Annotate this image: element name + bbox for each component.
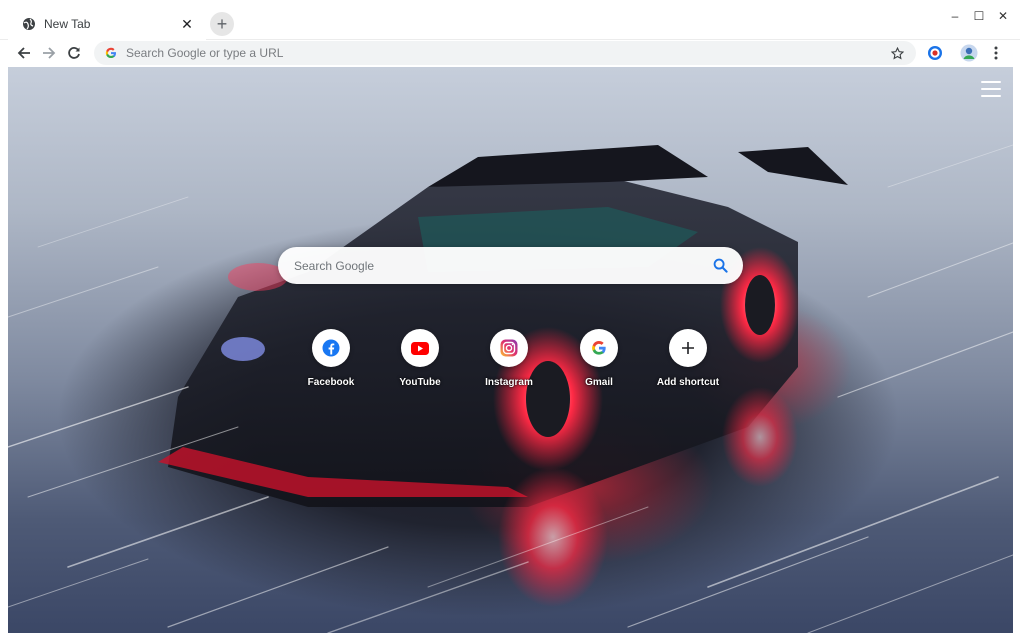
shortcut-facebook-tile (312, 329, 350, 367)
arrow-left-icon (17, 47, 30, 59)
tab-strip: New Tab ✕ + – ☐ ✕ (0, 0, 1020, 40)
maximize-button[interactable]: ☐ (968, 8, 990, 24)
tab-close-icon[interactable]: ✕ (178, 15, 196, 33)
new-tab-page: Facebook YouTube Instagram Gmail Add sho (8, 67, 1013, 633)
extension-target-icon[interactable] (924, 42, 946, 64)
youtube-icon (411, 341, 429, 355)
shortcut-instagram[interactable]: Instagram (469, 329, 549, 388)
profile-avatar-icon[interactable] (958, 42, 980, 64)
shortcut-instagram-tile (490, 329, 528, 367)
shortcut-label: Gmail (585, 377, 613, 388)
facebook-icon (322, 339, 340, 357)
minimize-button[interactable]: – (944, 8, 966, 24)
tab-title: New Tab (44, 17, 91, 31)
reload-icon (68, 47, 80, 59)
shortcut-gmail[interactable]: Gmail (559, 329, 639, 388)
shortcut-label: Add shortcut (656, 377, 720, 388)
plus-icon (682, 342, 694, 354)
globe-icon (22, 17, 36, 31)
search-icon[interactable] (711, 257, 729, 275)
bookmark-star-icon[interactable] (888, 44, 906, 62)
more-vert-icon[interactable] (985, 42, 1007, 64)
arrow-right-icon (43, 47, 56, 59)
address-input[interactable] (126, 46, 888, 60)
shortcut-facebook[interactable]: Facebook (291, 329, 371, 388)
window-close-button[interactable]: ✕ (992, 8, 1014, 24)
reload-button[interactable] (62, 41, 86, 65)
google-search-box[interactable] (278, 247, 743, 284)
back-button[interactable] (12, 41, 36, 65)
shortcut-gmail-tile (580, 329, 618, 367)
shortcut-label: Instagram (485, 377, 533, 388)
address-bar[interactable] (94, 41, 916, 65)
google-icon (592, 340, 606, 355)
instagram-icon (500, 339, 518, 357)
shortcut-add-tile (669, 329, 707, 367)
shortcut-youtube-tile (401, 329, 439, 367)
shortcut-youtube[interactable]: YouTube (380, 329, 460, 388)
google-g-icon (104, 46, 118, 60)
forward-button[interactable] (37, 41, 61, 65)
shortcuts-row: Facebook YouTube Instagram Gmail Add sho (8, 329, 1013, 399)
new-tab-button[interactable]: + (210, 12, 234, 36)
shortcut-add[interactable]: Add shortcut (648, 329, 728, 388)
search-input[interactable] (294, 258, 711, 273)
tab-new-tab[interactable]: New Tab ✕ (8, 8, 206, 40)
customize-menu-icon[interactable] (981, 81, 1001, 97)
shortcut-label: YouTube (399, 377, 441, 388)
toolbar (0, 40, 1020, 66)
shortcut-label: Facebook (307, 377, 355, 388)
